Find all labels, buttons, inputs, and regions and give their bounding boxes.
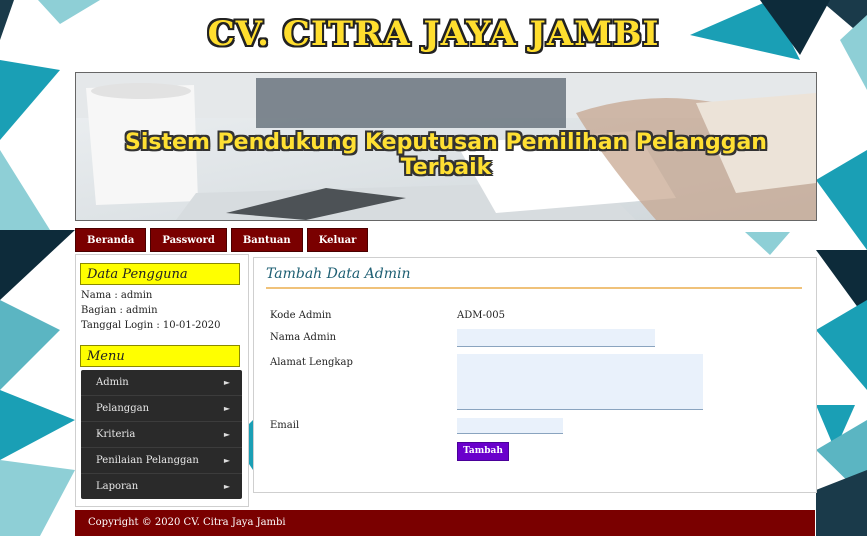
user-name-info: Nama : admin: [81, 290, 153, 301]
nama-admin-input[interactable]: [457, 329, 655, 347]
nav-beranda[interactable]: Beranda: [75, 228, 147, 252]
email-input[interactable]: [457, 418, 563, 434]
chevron-right-icon: ►: [223, 456, 230, 465]
chevron-right-icon: ►: [223, 404, 230, 413]
kode-admin-value: ADM-005: [457, 310, 505, 321]
chevron-right-icon: ►: [223, 430, 230, 439]
menu-item-label: Penilaian Pelanggan: [96, 455, 199, 466]
site-title: CV. CITRA JAYA JAMBI: [207, 14, 660, 54]
sidebar-menu: Admin ► Pelanggan ► Kriteria ► Penilaian Pe…: [81, 370, 242, 499]
main-content: Tambah Data Admin Kode Admin ADM-005 Nam…: [253, 257, 817, 493]
sidebar: Data Pengguna Nama : admin Bagian : admi…: [75, 254, 249, 507]
alamat-label: Alamat Lengkap: [270, 357, 353, 368]
top-nav: Beranda Password Bantuan Keluar: [75, 228, 369, 252]
menu-heading: Menu: [80, 345, 240, 367]
page-title: Tambah Data Admin: [266, 266, 411, 282]
menu-item-pelanggan[interactable]: Pelanggan ►: [81, 396, 242, 422]
title-divider: [266, 287, 802, 289]
email-label: Email: [270, 420, 300, 431]
menu-item-admin[interactable]: Admin ►: [81, 370, 242, 396]
alamat-textarea[interactable]: [457, 354, 703, 410]
header-banner: Sistem Pendukung Keputusan Pemilihan Pel…: [75, 72, 817, 221]
nav-keluar[interactable]: Keluar: [306, 228, 369, 252]
menu-item-penilaian-pelanggan[interactable]: Penilaian Pelanggan ►: [81, 448, 242, 474]
user-data-heading: Data Pengguna: [80, 263, 240, 285]
chevron-right-icon: ►: [223, 378, 230, 387]
user-role-info: Bagian : admin: [81, 305, 158, 316]
nav-password[interactable]: Password: [150, 228, 227, 252]
nav-bantuan[interactable]: Bantuan: [230, 228, 303, 252]
menu-item-laporan[interactable]: Laporan ►: [81, 474, 242, 499]
tambah-button[interactable]: Tambah: [457, 442, 509, 461]
kode-admin-label: Kode Admin: [270, 310, 332, 321]
menu-item-label: Admin: [96, 377, 129, 388]
menu-item-label: Pelanggan: [96, 403, 150, 414]
copyright-text: Copyright © 2020 CV. Citra Jaya Jambi: [88, 517, 286, 528]
menu-item-kriteria[interactable]: Kriteria ►: [81, 422, 242, 448]
login-date-info: Tanggal Login : 10-01-2020: [81, 320, 221, 331]
banner-title: Sistem Pendukung Keputusan Pemilihan Pel…: [125, 130, 767, 180]
nama-admin-label: Nama Admin: [270, 332, 337, 343]
menu-item-label: Laporan: [96, 481, 139, 492]
footer: Copyright © 2020 CV. Citra Jaya Jambi: [75, 510, 815, 536]
menu-item-label: Kriteria: [96, 429, 136, 440]
chevron-right-icon: ►: [223, 482, 230, 491]
